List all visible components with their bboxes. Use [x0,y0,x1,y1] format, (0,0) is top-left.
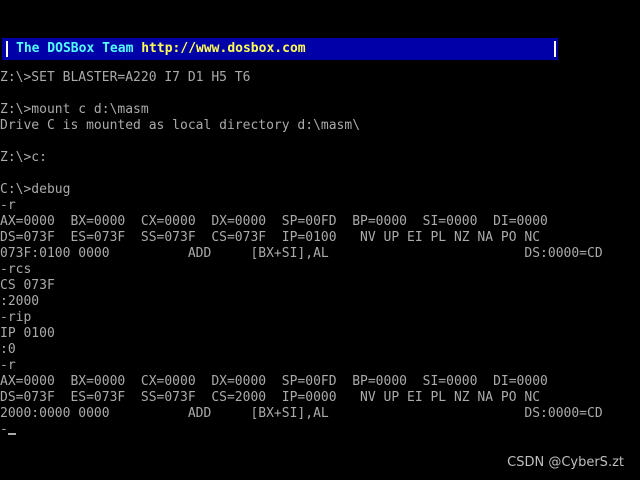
console-line: CS 073F [0,278,640,294]
console-line-text: Z:\>c: [0,150,47,165]
console-line-text: 073F:0100 0000 ADD [BX+SI],AL DS:0000=CD [0,246,603,261]
console-line: C:\>debug [0,182,640,198]
banner-text: The DOSBox Team http://www.dosbox.com [16,40,306,58]
text-cursor [7,433,16,435]
banner-team-text: The DOSBox Team [16,41,134,56]
console-line-text: Z:\>mount c d:\masm [0,102,149,117]
console-line: Z:\>mount c d:\masm [0,102,640,118]
console-line-text: :2000 [0,294,40,309]
console-line: -rip [0,310,640,326]
console-line-text: IP 0100 [0,326,55,341]
console-line-text: -rip [0,310,32,325]
console-line-text: AX=0000 BX=0000 CX=0000 DX=0000 SP=00FD … [0,374,548,389]
console-line: :0 [0,342,640,358]
console-line: -rcs [0,262,640,278]
console-line-text: -rcs [0,262,32,277]
console-line: Z:\>SET BLASTER=A220 I7 D1 H5 T6 [0,70,640,86]
console-line: Drive C is mounted as local directory d:… [0,118,640,134]
console-line-text: C:\>debug [0,182,71,197]
console-line: AX=0000 BX=0000 CX=0000 DX=0000 SP=00FD … [0,374,640,390]
banner-url-link[interactable]: http://www.dosbox.com [141,41,305,56]
watermark: CSDN @CyberS.zt [507,455,624,470]
command-prompt-line[interactable]: - [0,422,640,438]
console-line-text: Drive C is mounted as local directory d:… [0,118,361,133]
console-line: Z:\>c: [0,150,640,166]
banner-left-border [6,41,8,57]
console-line: DS=073F ES=073F SS=073F CS=2000 IP=0000 … [0,390,640,406]
console-line: :2000 [0,294,640,310]
console-line-text: -r [0,358,16,373]
console-line-text: :0 [0,342,16,357]
console-line: -r [0,358,640,374]
console-line: AX=0000 BX=0000 CX=0000 DX=0000 SP=00FD … [0,214,640,230]
console-line-text: Z:\>SET BLASTER=A220 I7 D1 H5 T6 [0,70,251,85]
console-line-text: DS=073F ES=073F SS=073F CS=073F IP=0100 … [0,230,541,245]
console-output: Z:\>SET BLASTER=A220 I7 D1 H5 T6 Z:\>moun… [0,70,640,438]
dosbox-screen[interactable]: The DOSBox Team http://www.dosbox.com Z:… [0,0,640,480]
console-line-text: - [0,422,8,437]
console-line-text: DS=073F ES=073F SS=073F CS=2000 IP=0000 … [0,390,541,405]
console-line: 2000:0000 0000 ADD [BX+SI],AL DS:0000=CD [0,406,640,422]
banner-right-border [554,41,556,57]
console-line: 073F:0100 0000 ADD [BX+SI],AL DS:0000=CD [0,246,640,262]
dosbox-banner: The DOSBox Team http://www.dosbox.com [2,38,558,60]
console-line-text: CS 073F [0,278,55,293]
console-line-text: AX=0000 BX=0000 CX=0000 DX=0000 SP=00FD … [0,214,548,229]
console-line: -r [0,198,640,214]
console-line-text: 2000:0000 0000 ADD [BX+SI],AL DS:0000=CD [0,406,603,421]
console-line-text: -r [0,198,16,213]
console-line: IP 0100 [0,326,640,342]
console-line: DS=073F ES=073F SS=073F CS=073F IP=0100 … [0,230,640,246]
